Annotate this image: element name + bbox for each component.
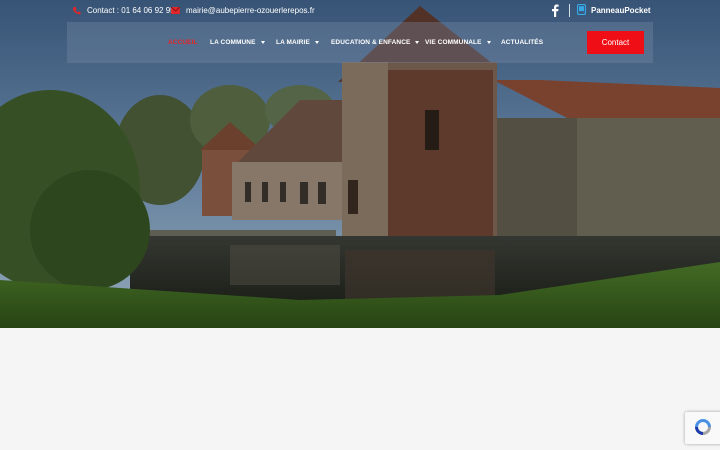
email-text: mairie@aubepierre-ozouerlerepos.fr xyxy=(186,6,315,15)
chevron-down-icon xyxy=(260,41,265,44)
nav-item-label: LA MAIRIE xyxy=(276,39,310,46)
nav-item-education-enfance[interactable]: EDUCATION & ENFANCE xyxy=(331,39,420,46)
contact-button[interactable]: Contact xyxy=(587,31,644,54)
nav-item-accueil[interactable]: ACCUEIL xyxy=(168,39,198,46)
mail-icon xyxy=(171,7,180,14)
phone-contact[interactable]: Contact : 01 64 06 92 95 xyxy=(72,6,175,15)
top-contact-bar: Contact : 01 64 06 92 95 mairie@aubepier… xyxy=(0,0,720,22)
chevron-down-icon xyxy=(415,41,420,44)
facebook-icon[interactable] xyxy=(551,4,559,22)
panneaupocket-icon xyxy=(576,3,587,17)
topbar-divider xyxy=(569,4,570,17)
nav-item-label: VIE COMMUNALE xyxy=(425,39,482,46)
recaptcha-badge[interactable] xyxy=(685,412,720,444)
nav-item-vie-communale[interactable]: VIE COMMUNALE xyxy=(425,39,491,46)
nav-item-la-mairie[interactable]: LA MAIRIE xyxy=(276,39,319,46)
panneaupocket-link[interactable]: PanneauPocket xyxy=(576,3,651,17)
chevron-down-icon xyxy=(486,41,491,44)
main-navigation: ACCUEIL LA COMMUNE LA MAIRIE EDUCATION &… xyxy=(67,22,653,63)
panneaupocket-label: PanneauPocket xyxy=(591,6,651,15)
nav-item-label: LA COMMUNE xyxy=(210,39,256,46)
phone-icon xyxy=(72,6,81,15)
nav-item-label: ACTUALITÉS xyxy=(501,39,544,46)
recaptcha-icon xyxy=(695,419,711,435)
email-contact[interactable]: mairie@aubepierre-ozouerlerepos.fr xyxy=(171,6,315,15)
chevron-down-icon xyxy=(314,41,319,44)
nav-item-actualites[interactable]: ACTUALITÉS xyxy=(501,39,543,46)
nav-item-la-commune[interactable]: LA COMMUNE xyxy=(210,39,265,46)
nav-item-label: ACCUEIL xyxy=(168,39,198,46)
nav-item-label: EDUCATION & ENFANCE xyxy=(331,39,411,46)
phone-text: Contact : 01 64 06 92 95 xyxy=(87,6,175,15)
